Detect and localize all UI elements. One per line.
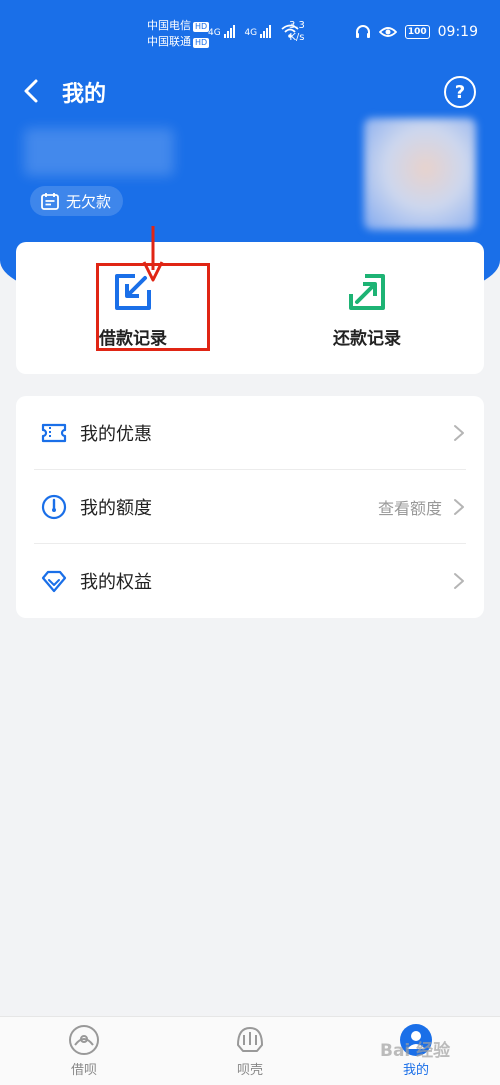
repay-records-label: 还款记录 [333,329,401,349]
carrier-info: 中国电信 HD 中国联通 HD [147,18,210,50]
tab-jiebei[interactable]: 借呗 [34,1023,134,1083]
back-arrow-icon[interactable] [16,75,48,107]
network-type-1: 4G [208,28,221,38]
menu-item-coupons[interactable]: 我的优惠 [16,396,484,470]
network-speed: 3.3 K/s [289,20,305,44]
hd-badge: HD [193,22,210,32]
speed-unit: K/s [289,32,305,43]
carrier-2: 中国联通 [147,35,191,48]
shell-tab-icon [237,1027,263,1052]
menu-item-label: 我的优惠 [80,424,152,445]
headset-icon [355,25,370,38]
calendar-icon [41,193,59,210]
network-type-2: 4G [244,28,258,38]
ticket-icon [41,423,67,443]
watermark: Bai 经验 [380,1041,451,1061]
blurred-username [24,128,174,176]
badge-label: 无欠款 [66,192,112,211]
view-limit-link[interactable]: 查看额度 [378,495,442,519]
battery-icon: 100 [404,25,430,39]
tab-label: 借呗 [70,1063,97,1078]
chevron-right-icon [454,425,464,441]
menu-item-label: 我的权益 [80,572,152,593]
help-icon[interactable]: ? [444,76,476,108]
avatar[interactable] [364,118,476,230]
records-card: 借款记录 还款记录 [16,242,484,374]
status-right: 100 09:19 [355,24,478,40]
repay-records-button[interactable]: 还款记录 [250,242,484,374]
menu-card: 我的优惠 我的额度 查看额度 我的权益 [16,396,484,618]
clock: 09:19 [437,24,478,40]
page-title: 我的 [62,82,107,107]
status-bar: 中国电信 HD 中国联通 HD 4G 4G 3.3 K/s 100 09:19 [0,0,500,60]
gauge-icon [41,494,67,520]
annotation-arrow-icon [142,226,164,282]
status-badge: 无欠款 [30,186,124,216]
signal-indicators: 4G 4G [208,24,299,38]
diamond-icon [41,570,67,593]
menu-item-label: 我的额度 [80,498,152,519]
tab-label: 我的 [402,1063,429,1078]
eye-icon [378,27,397,37]
chevron-right-icon [454,573,464,589]
repay-record-icon [349,274,385,310]
tab-label: 呗壳 [236,1063,263,1078]
chevron-right-icon [454,499,464,515]
jiebei-tab-icon [69,1025,99,1055]
menu-item-credit-limit[interactable]: 我的额度 查看额度 [16,470,484,544]
hd-badge: HD [193,38,210,48]
signal-bars-icon [223,25,236,38]
carrier-1: 中国电信 [147,19,191,32]
speed-value: 3.3 [289,20,305,31]
menu-item-benefits[interactable]: 我的权益 [16,544,484,618]
signal-bars-icon [260,25,272,38]
tab-beike[interactable]: 呗壳 [200,1023,300,1083]
